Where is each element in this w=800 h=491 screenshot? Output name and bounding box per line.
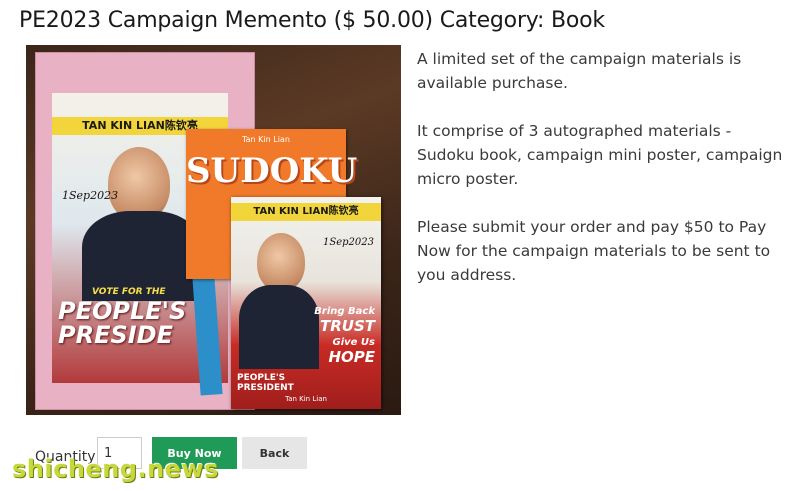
back-button[interactable]: Back [242,437,307,469]
watermark: shicheng.news [12,455,219,483]
trust-line-4: HOPE [328,348,375,366]
mini-autograph: 1Sep2023 [323,237,374,248]
description-paragraph: It comprise of 3 autographed materials -… [417,122,783,188]
trust-slogan: Bring Back TRUST Give Us HOPE [314,305,375,367]
mini-candidate-face [257,233,305,291]
mini-footer: Tan Kin Lian [285,395,327,403]
product-photo: TAN KIN LIAN陈钦亮 1Sep2023 VOTE FOR THE PE… [26,45,401,415]
candidate-face [108,147,170,221]
description-paragraph: Please submit your order and pay $50 to … [417,218,771,284]
mini-poster-header: TAN KIN LIAN陈钦亮 [231,203,381,221]
trust-line-2: TRUST [320,317,375,335]
mini-poster: TAN KIN LIAN陈钦亮 1Sep2023 Bring Back TRUS… [231,197,381,409]
product-description: A limited set of the campaign materials … [417,47,792,311]
sudoku-author: Tan Kin Lian [242,135,290,144]
mini-slogan: PEOPLE'S PRESIDENT [237,373,294,393]
vote-line: VOTE FOR THE [92,287,166,297]
sudoku-title: SUDOKU [186,151,358,191]
autograph: 1Sep2023 [62,189,119,202]
description-paragraph: A limited set of the campaign materials … [417,50,742,92]
mini-candidate-suit [239,285,319,369]
product-title: PE2023 Campaign Memento ($ 50.00) Catego… [19,8,605,33]
